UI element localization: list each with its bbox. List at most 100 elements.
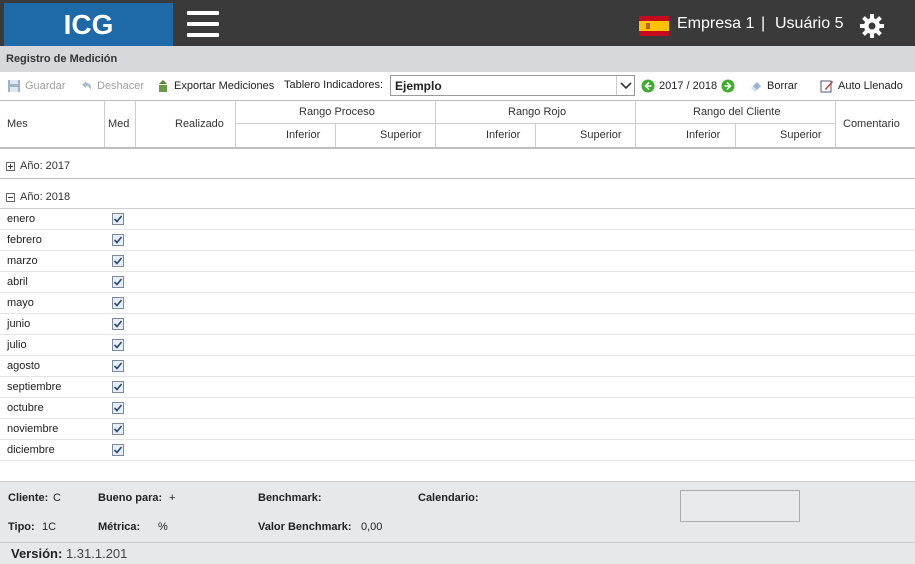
details-footer: Cliente: C Bueno para: + Benchmark: Cale…	[0, 481, 915, 542]
column-header-mes[interactable]: Mes	[7, 118, 28, 130]
column-header-rojo-inferior[interactable]: Inferior	[486, 129, 520, 141]
top-bar: ICG Empresa 1 | Usuário 5	[0, 0, 915, 46]
auto-fill-label: Auto Llenado	[838, 80, 903, 92]
export-icon	[159, 80, 167, 92]
clear-label: Borrar	[767, 80, 798, 92]
tipo-value: 1C	[42, 521, 57, 533]
med-checkbox[interactable]	[112, 339, 124, 351]
month-name: octubre	[7, 402, 44, 414]
valor-benchmark-label: Valor Benchmark:	[258, 521, 352, 533]
clear-button[interactable]: Borrar	[749, 79, 798, 93]
calendar-box	[680, 490, 800, 522]
undo-icon	[82, 81, 92, 90]
collapse-icon[interactable]	[6, 192, 15, 202]
med-checkbox[interactable]	[112, 255, 124, 267]
table-row[interactable]: febrero	[0, 230, 915, 251]
table-row[interactable]: septiembre	[0, 377, 915, 398]
version-label: Versión	[11, 546, 58, 561]
version-colon: :	[57, 546, 63, 561]
dashboard-label: Tablero Indicadores:	[284, 79, 384, 91]
dashboard-select-value: Ejemplo	[395, 79, 442, 93]
group-row-2017[interactable]: Año: 2017	[0, 153, 915, 179]
gear-icon[interactable]	[859, 13, 885, 39]
valor-benchmark-value: 0,00	[361, 521, 383, 533]
group-label: Año: 2017	[20, 160, 71, 172]
table-row[interactable]: diciembre	[0, 440, 915, 461]
cliente-value: C	[53, 492, 61, 504]
version-bar: Versión: 1.31.1.201	[0, 542, 915, 564]
med-checkbox[interactable]	[112, 402, 124, 414]
next-period-icon[interactable]	[721, 79, 735, 93]
export-button[interactable]: Exportar Mediciones	[156, 79, 274, 93]
month-name: marzo	[7, 255, 38, 267]
column-header-rango-proceso: Rango Proceso	[299, 106, 375, 118]
month-name: julio	[7, 339, 27, 351]
column-header-proceso-superior[interactable]: Superior	[380, 129, 422, 141]
med-checkbox[interactable]	[112, 360, 124, 372]
med-checkbox[interactable]	[112, 213, 124, 225]
auto-fill-icon	[820, 80, 833, 93]
bueno-para-label: Bueno para:	[98, 492, 163, 504]
cliente-label: Cliente:	[8, 492, 49, 504]
month-name: enero	[7, 213, 36, 225]
column-header-rojo-superior[interactable]: Superior	[580, 129, 622, 141]
version-value: 1.31.1.201	[65, 546, 128, 561]
table-row[interactable]: enero	[0, 209, 915, 230]
period-label: 2017 / 2018	[659, 80, 718, 92]
save-label: Guardar	[25, 80, 66, 92]
column-header-realizado[interactable]: Realizado	[175, 118, 224, 130]
med-checkbox[interactable]	[112, 423, 124, 435]
table-row[interactable]: noviembre	[0, 419, 915, 440]
column-header-cliente-superior[interactable]: Superior	[780, 129, 822, 141]
menu-icon[interactable]	[187, 11, 219, 37]
auto-fill-button[interactable]: Auto Llenado	[820, 79, 903, 93]
med-checkbox[interactable]	[112, 381, 124, 393]
user-name[interactable]: Usuário 5	[775, 15, 843, 33]
period-nav: 2017 / 2018	[641, 79, 735, 93]
app-logo[interactable]: ICG	[4, 3, 173, 46]
calendario-label: Calendario:	[418, 492, 479, 504]
undo-button[interactable]: Deshacer	[79, 79, 144, 93]
table-row[interactable]: octubre	[0, 398, 915, 419]
chevron-down-icon[interactable]	[616, 76, 634, 95]
table-row[interactable]: abril	[0, 272, 915, 293]
expand-icon[interactable]	[6, 161, 15, 171]
column-header-rango-cliente: Rango del Cliente	[693, 106, 781, 118]
group-row-2018[interactable]: Año: 2018	[0, 184, 915, 210]
dashboard-select[interactable]: Ejemplo	[390, 75, 635, 96]
tipo-label: Tipo:	[8, 521, 35, 533]
med-checkbox[interactable]	[112, 276, 124, 288]
column-header-rango-rojo: Rango Rojo	[508, 106, 567, 118]
table-row[interactable]: agosto	[0, 356, 915, 377]
table-row[interactable]: marzo	[0, 251, 915, 272]
med-checkbox[interactable]	[112, 444, 124, 456]
save-icon	[8, 80, 20, 92]
month-name: febrero	[7, 234, 42, 246]
column-header-med[interactable]: Med	[108, 118, 129, 130]
med-checkbox[interactable]	[112, 234, 124, 246]
header-separator: |	[761, 15, 766, 32]
med-checkbox[interactable]	[112, 297, 124, 309]
column-header-proceso-inferior[interactable]: Inferior	[286, 129, 320, 141]
month-name: abril	[7, 276, 28, 288]
metrica-label: Métrica:	[98, 521, 141, 533]
month-name: junio	[7, 318, 31, 330]
toolbar: Guardar Deshacer Exportar Mediciones Tab…	[0, 72, 915, 100]
company-name[interactable]: Empresa 1	[677, 15, 754, 33]
save-button[interactable]: Guardar	[7, 79, 65, 93]
table-row[interactable]: julio	[0, 335, 915, 356]
month-name: mayo	[7, 297, 34, 309]
column-header-comentario[interactable]: Comentario	[843, 118, 900, 130]
table-row[interactable]: junio	[0, 314, 915, 335]
previous-period-icon[interactable]	[641, 79, 655, 93]
metrica-value: %	[158, 521, 168, 533]
undo-label: Deshacer	[97, 80, 145, 92]
table-row[interactable]: mayo	[0, 293, 915, 314]
month-name: noviembre	[7, 423, 59, 435]
benchmark-label: Benchmark:	[258, 492, 322, 504]
group-label: Año: 2018	[20, 191, 71, 203]
column-header-cliente-inferior[interactable]: Inferior	[686, 129, 720, 141]
bueno-para-value: +	[169, 492, 176, 504]
spain-flag-icon[interactable]	[639, 16, 669, 36]
med-checkbox[interactable]	[112, 318, 124, 330]
